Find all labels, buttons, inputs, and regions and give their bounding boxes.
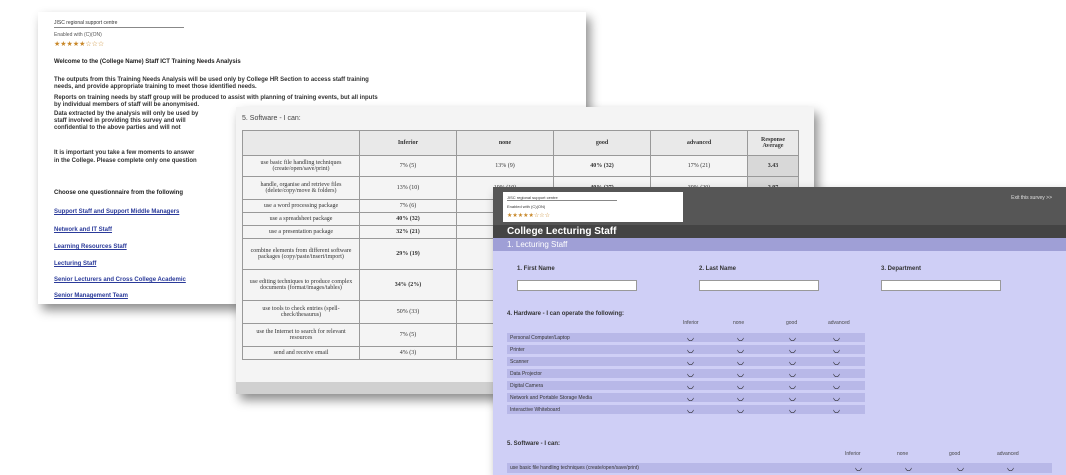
rating-radio-none[interactable]: ◡ xyxy=(737,334,744,342)
sw-column-advanced: advanced xyxy=(997,451,1019,457)
last-name-label: 2. Last Name xyxy=(699,266,737,272)
rating-radio-Inferior[interactable]: ◡ xyxy=(687,370,694,378)
rating-radio-Inferior[interactable]: ◡ xyxy=(687,394,694,402)
rating-radio-good[interactable]: ◡ xyxy=(789,394,796,402)
hardware-item-label: Printer xyxy=(510,347,525,353)
rating-radio-Inferior[interactable]: ◡ xyxy=(687,406,694,414)
hardware-row: Interactive Whiteboard ◡ ◡ ◡ ◡ xyxy=(507,404,865,414)
header-none: none xyxy=(456,130,554,156)
link-senior-management[interactable]: Senior Management Team xyxy=(54,292,128,300)
link-support-staff[interactable]: Support Staff and Support Middle Manager… xyxy=(54,208,179,216)
form-header-bar: JISC regional support centre Enabled wit… xyxy=(493,187,1066,225)
lecturing-staff-form: JISC regional support centre Enabled wit… xyxy=(493,187,1066,475)
rating-radio-good[interactable]: ◡ xyxy=(789,382,796,390)
rating-radio-none[interactable]: ◡ xyxy=(737,406,744,414)
header-response-average: Response Average xyxy=(747,130,799,156)
rating-radio-good[interactable]: ◡ xyxy=(789,334,796,342)
intro-paragraph: needs, and provide appropriate training … xyxy=(54,84,257,90)
org-name: JISC regional support centre xyxy=(54,19,184,28)
rating-radio-none[interactable]: ◡ xyxy=(737,346,744,354)
link-learning-resources[interactable]: Learning Resources Staff xyxy=(54,243,127,251)
link-lecturing-staff[interactable]: Lecturing Staff xyxy=(54,260,96,268)
rating-radio-none[interactable]: ◡ xyxy=(737,358,744,366)
header-good: good xyxy=(553,130,651,156)
rating-radio-none[interactable]: ◡ xyxy=(737,382,744,390)
link-network-it-staff[interactable]: Network and IT Staff xyxy=(54,226,112,234)
software-item-label: use basic file handling techniques (crea… xyxy=(510,465,639,471)
logo-org-name: JISC regional support centre xyxy=(507,195,617,201)
rating-radio-Inferior[interactable]: ◡ xyxy=(687,358,694,366)
hardware-row: Scanner ◡ ◡ ◡ ◡ xyxy=(507,356,865,366)
hardware-row: Digital Camera ◡ ◡ ◡ ◡ xyxy=(507,380,865,390)
first-name-field[interactable] xyxy=(517,280,637,291)
column-inferior: Inferior xyxy=(683,320,699,326)
rating-radio-advanced[interactable]: ◡ xyxy=(833,334,840,342)
column-advanced: advanced xyxy=(828,320,850,326)
hardware-row: Personal Computer/Laptop ◡ ◡ ◡ ◡ xyxy=(507,332,865,342)
org-logo: JISC regional support centre Enabled wit… xyxy=(503,192,683,222)
logo-stars-icon: ★★★★★☆☆☆ xyxy=(54,41,105,48)
logo-subtitle: Enabled with (C)(ON) xyxy=(507,204,546,209)
hardware-row: Printer ◡ ◡ ◡ ◡ xyxy=(507,344,865,354)
hardware-item-label: Digital Camera xyxy=(510,383,544,389)
hardware-item-label: Scanner xyxy=(510,359,529,365)
hardware-row: Network and Portable Storage Media ◡ ◡ ◡ ◡ xyxy=(507,392,865,402)
software-question: 5. Software - I can: xyxy=(507,441,561,447)
rating-radio-advanced[interactable]: ◡ xyxy=(833,382,840,390)
sw-rating-radio-none[interactable]: ◡ xyxy=(905,464,912,472)
header-advanced: advanced xyxy=(650,130,748,156)
sw-column-none: none xyxy=(897,451,909,457)
results-title: 5. Software - I can: xyxy=(242,115,301,122)
rating-radio-good[interactable]: ◡ xyxy=(789,370,796,378)
department-label: 3. Department xyxy=(881,266,922,272)
org-subtitle: Enabled with (C)(ON) xyxy=(54,32,102,38)
header-inferior: Inferior xyxy=(359,130,457,156)
rating-radio-none[interactable]: ◡ xyxy=(737,370,744,378)
sw-column-inferior: Inferior xyxy=(845,451,861,457)
sw-rating-radio-good[interactable]: ◡ xyxy=(957,464,964,472)
header-question xyxy=(242,130,360,156)
logo-stars-icon: ★★★★★☆☆☆ xyxy=(507,213,551,219)
rating-radio-good[interactable]: ◡ xyxy=(789,358,796,366)
table-row: use basic file handling techniques (crea… xyxy=(242,155,799,177)
table-header-row: Inferior none good advanced Response Ave… xyxy=(242,130,799,156)
rating-radio-advanced[interactable]: ◡ xyxy=(833,394,840,402)
link-senior-lecturers[interactable]: Senior Lecturers and Cross College Acade… xyxy=(54,276,186,284)
hardware-row: Data Projector ◡ ◡ ◡ ◡ xyxy=(507,368,865,378)
section-heading: 1. Lecturing Staff xyxy=(493,238,1066,251)
rating-radio-Inferior[interactable]: ◡ xyxy=(687,334,694,342)
welcome-heading: Welcome to the (College Name) Staff ICT … xyxy=(54,59,241,65)
rating-radio-advanced[interactable]: ◡ xyxy=(833,346,840,354)
rating-radio-advanced[interactable]: ◡ xyxy=(833,370,840,378)
last-name-field[interactable] xyxy=(699,280,819,291)
hardware-item-label: Interactive Whiteboard xyxy=(510,407,561,413)
column-good: good xyxy=(786,320,798,326)
sw-column-good: good xyxy=(949,451,961,457)
department-field[interactable] xyxy=(881,280,1001,291)
software-row: use basic file handling techniques (crea… xyxy=(507,463,1052,473)
rating-radio-good[interactable]: ◡ xyxy=(789,406,796,414)
rating-radio-good[interactable]: ◡ xyxy=(789,346,796,354)
first-name-label: 1. First Name xyxy=(517,266,555,272)
rating-radio-Inferior[interactable]: ◡ xyxy=(687,346,694,354)
rating-radio-advanced[interactable]: ◡ xyxy=(833,406,840,414)
exit-survey-link[interactable]: Exit this survey >> xyxy=(1011,195,1052,201)
hardware-item-label: Data Projector xyxy=(510,371,542,377)
sw-rating-radio-advanced[interactable]: ◡ xyxy=(1007,464,1014,472)
hardware-question: 4. Hardware - I can operate the followin… xyxy=(507,311,625,317)
rating-radio-Inferior[interactable]: ◡ xyxy=(687,382,694,390)
choose-label: Choose one questionnaire from the follow… xyxy=(54,190,184,196)
sw-rating-radio-Inferior[interactable]: ◡ xyxy=(855,464,862,472)
hardware-item-label: Personal Computer/Laptop xyxy=(510,335,570,341)
column-none: none xyxy=(733,320,745,326)
rating-radio-none[interactable]: ◡ xyxy=(737,394,744,402)
hardware-item-label: Network and Portable Storage Media xyxy=(510,395,592,401)
form-title: College Lecturing Staff xyxy=(493,225,1066,238)
rating-radio-advanced[interactable]: ◡ xyxy=(833,358,840,366)
